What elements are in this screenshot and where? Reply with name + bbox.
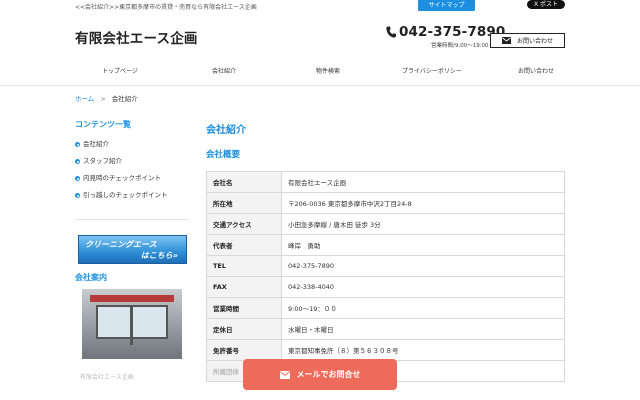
photo-caption: 有限会社エース企画 bbox=[80, 374, 134, 381]
phone-icon bbox=[386, 26, 396, 38]
sidebar-item-label: 会社紹介 bbox=[83, 140, 109, 148]
nav-item-contact[interactable]: お問い合わせ bbox=[484, 62, 588, 82]
row-label: FAX bbox=[206, 276, 282, 298]
sidebar-item-viewing-checkpoints[interactable]: 内見時のチェックポイント bbox=[75, 170, 189, 187]
phone-block: 042-375-7890 bbox=[386, 24, 505, 40]
row-label: 会社名 bbox=[206, 171, 282, 193]
breadcrumb-separator: > bbox=[100, 95, 106, 103]
row-label: 交通アクセス bbox=[206, 213, 282, 235]
row-label: TEL bbox=[206, 255, 282, 277]
top-bar: <<会社紹介>>東京都多摩市の賃貸・売買なら有限会社エース企画 サイトマップ X… bbox=[0, 0, 640, 12]
bullet-icon bbox=[75, 193, 80, 198]
row-label: 所在地 bbox=[206, 192, 282, 214]
sidebar-item-staff[interactable]: スタッフ紹介 bbox=[75, 153, 189, 170]
sidebar-item-label: 内見時のチェックポイント bbox=[83, 174, 161, 182]
sidebar-company-title: 会社案内 bbox=[75, 273, 107, 282]
sidebar-list: 会社紹介 スタッフ紹介 内見時のチェックポイント 引っ越しのチェックポイント bbox=[75, 136, 189, 204]
contact-button[interactable]: お問い合わせ bbox=[490, 33, 565, 48]
row-value: 東京都知事免許（８）第５６３０８号 bbox=[281, 339, 565, 361]
row-value: 峰岸 勇助 bbox=[281, 234, 565, 256]
mail-icon bbox=[279, 370, 290, 379]
sidebar-divider bbox=[75, 219, 189, 220]
row-value: 小田急多摩線 / 唐木田 徒歩 3分 bbox=[281, 213, 565, 235]
table-row: 営業時間 9:00～19：００ bbox=[206, 297, 565, 319]
bullet-icon bbox=[75, 159, 80, 164]
table-row: 会社名 有限会社エース企画 bbox=[206, 171, 565, 193]
site-tagline: <<会社紹介>>東京都多摩市の賃貸・売買なら有限会社エース企画 bbox=[75, 4, 257, 11]
page-title: 会社紹介 bbox=[206, 125, 246, 136]
row-value: 〒206-0036 東京都多摩市中沢2丁目24-8 bbox=[281, 192, 565, 214]
sitemap-button[interactable]: サイトマップ bbox=[418, 0, 475, 11]
bullet-icon bbox=[75, 142, 80, 147]
breadcrumb: ホーム > 会社紹介 bbox=[75, 93, 138, 103]
sidebar-item-moving-checkpoints[interactable]: 引っ越しのチェックポイント bbox=[75, 187, 189, 204]
row-value: 9:00～19：００ bbox=[281, 297, 565, 319]
breadcrumb-current: 会社紹介 bbox=[111, 95, 138, 103]
sidebar-item-label: 引っ越しのチェックポイント bbox=[83, 191, 168, 199]
sidebar-item-label: スタッフ紹介 bbox=[83, 157, 122, 165]
table-row: 交通アクセス 小田急多摩線 / 唐木田 徒歩 3分 bbox=[206, 213, 565, 235]
row-label: 営業時間 bbox=[206, 297, 282, 319]
table-row: 免許番号 東京都知事免許（８）第５６３０８号 bbox=[206, 339, 565, 361]
row-label: 免許番号 bbox=[206, 339, 282, 361]
nav-item-top[interactable]: トップページ bbox=[68, 62, 172, 82]
row-value: 有限会社エース企画 bbox=[281, 171, 565, 193]
row-label: 代表者 bbox=[206, 234, 282, 256]
mail-inquiry-button[interactable]: メールでお問合せ bbox=[243, 359, 397, 390]
business-hours: 営業時間/9:00〜19:00 bbox=[431, 43, 489, 49]
sidebar-item-company[interactable]: 会社紹介 bbox=[75, 136, 189, 153]
banner-line-2: はこちら» bbox=[140, 251, 178, 260]
contact-button-label: お問い合わせ bbox=[516, 38, 553, 45]
nav-item-company[interactable]: 会社紹介 bbox=[172, 62, 276, 82]
table-row: 定休日 水曜日・木曜日 bbox=[206, 318, 565, 340]
sidebar-contents-title: コンテンツ一覧 bbox=[75, 120, 131, 129]
global-nav: トップページ 会社紹介 物件検索 プライバシーポリシー お問い合わせ bbox=[0, 62, 640, 82]
bullet-icon bbox=[75, 176, 80, 181]
mail-inquiry-label: メールでお問合せ bbox=[296, 370, 361, 379]
storefront-photo bbox=[82, 289, 182, 359]
banner-line-1: クリーニングエース bbox=[85, 240, 157, 249]
cleaning-ace-banner[interactable]: クリーニングエース はこちら» bbox=[78, 235, 187, 264]
table-row: FAX 042-338-4040 bbox=[206, 276, 565, 298]
nav-item-privacy-policy[interactable]: プライバシーポリシー bbox=[380, 62, 484, 82]
header-divider bbox=[0, 85, 640, 86]
table-row: 所在地 〒206-0036 東京都多摩市中沢2丁目24-8 bbox=[206, 192, 565, 214]
table-row: TEL 042-375-7890 bbox=[206, 255, 565, 277]
x-post-button[interactable]: X ポスト bbox=[527, 0, 565, 9]
row-value: 水曜日・木曜日 bbox=[281, 318, 565, 340]
company-info-table: 会社名 有限会社エース企画 所在地 〒206-0036 東京都多摩市中沢2丁目2… bbox=[206, 171, 565, 382]
site-logo[interactable]: 有限会社エース企画 bbox=[75, 27, 198, 47]
section-title: 会社概要 bbox=[206, 150, 241, 160]
breadcrumb-home[interactable]: ホーム bbox=[75, 95, 94, 103]
nav-item-property-search[interactable]: 物件検索 bbox=[276, 62, 380, 82]
row-label: 定休日 bbox=[206, 318, 282, 340]
row-value: 042-338-4040 bbox=[281, 276, 565, 298]
row-value: 042-375-7890 bbox=[281, 255, 565, 277]
table-row: 代表者 峰岸 勇助 bbox=[206, 234, 565, 256]
mail-icon bbox=[501, 37, 511, 44]
